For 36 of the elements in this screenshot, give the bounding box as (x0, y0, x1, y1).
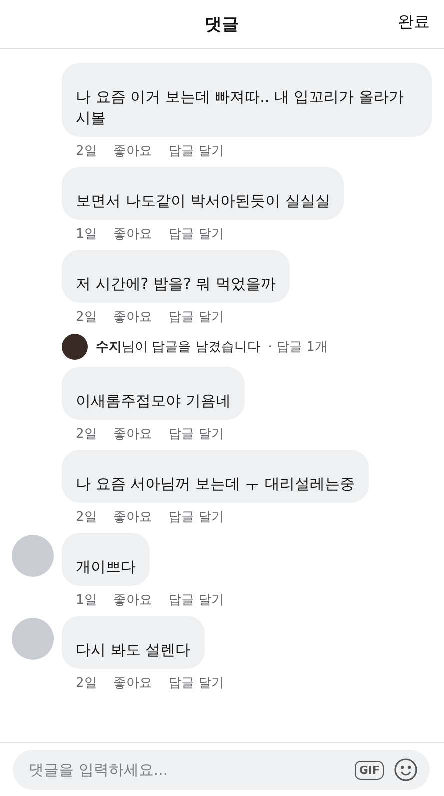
comment-time: 2일 (76, 675, 98, 692)
avatar (62, 334, 88, 360)
page-title: 댓글 (205, 14, 239, 36)
reply-count[interactable]: · 답글 1개 (268, 338, 328, 356)
like-button[interactable]: 좋아요 (113, 142, 152, 160)
like-button[interactable]: 좋아요 (113, 308, 152, 326)
comment-bubble: 이새롬주접모야 기욤네 (62, 367, 245, 420)
reply-button[interactable]: 답글 달기 (168, 142, 224, 160)
smiley-icon[interactable] (394, 758, 418, 782)
comment-time: 1일 (76, 226, 98, 243)
gif-button[interactable]: GIF (355, 760, 384, 780)
like-button[interactable]: 좋아요 (113, 225, 152, 243)
comment-time: 2일 (76, 509, 98, 526)
comment-time: 1일 (76, 592, 98, 609)
reply-button[interactable]: 답글 달기 (168, 425, 224, 443)
reply-button[interactable]: 답글 달기 (168, 225, 224, 243)
comment-time: 2일 (76, 143, 98, 160)
reply-button[interactable]: 답글 달기 (168, 508, 224, 526)
comment-bubble: 나 요즘 이거 보는데 빠져따.. 내 입꼬리가 올라가 시볼 (62, 63, 432, 137)
comment-bubble: 다시 봐도 설렌다 (62, 616, 205, 669)
like-button[interactable]: 좋아요 (113, 425, 152, 443)
done-button[interactable]: 완료 (398, 12, 430, 33)
like-button[interactable]: 좋아요 (113, 508, 152, 526)
reply-summary[interactable]: 수지님이 답글을 남겼습니다 (96, 338, 260, 356)
like-button[interactable]: 좋아요 (113, 674, 152, 692)
comment-input-field[interactable]: 댓글을 입력하세요... GIF (13, 750, 430, 790)
like-button[interactable]: 좋아요 (113, 591, 152, 609)
reply-button[interactable]: 답글 달기 (168, 674, 224, 692)
comment-bubble: 개이쁘다 (62, 533, 150, 586)
comment-bubble: 보면서 나도같이 박서아된듯이 실실실 (62, 167, 344, 220)
reply-button[interactable]: 답글 달기 (168, 308, 224, 326)
comment-time: 2일 (76, 426, 98, 443)
comment-bubble: 저 시간에? 밥을? 뭐 먹었을까 (62, 250, 290, 303)
comment-time: 2일 (76, 309, 98, 326)
reply-button[interactable]: 답글 달기 (168, 591, 224, 609)
comment-bubble: 나 요즘 서아님꺼 보는데 ㅜ 대리설레는중 (62, 450, 369, 503)
